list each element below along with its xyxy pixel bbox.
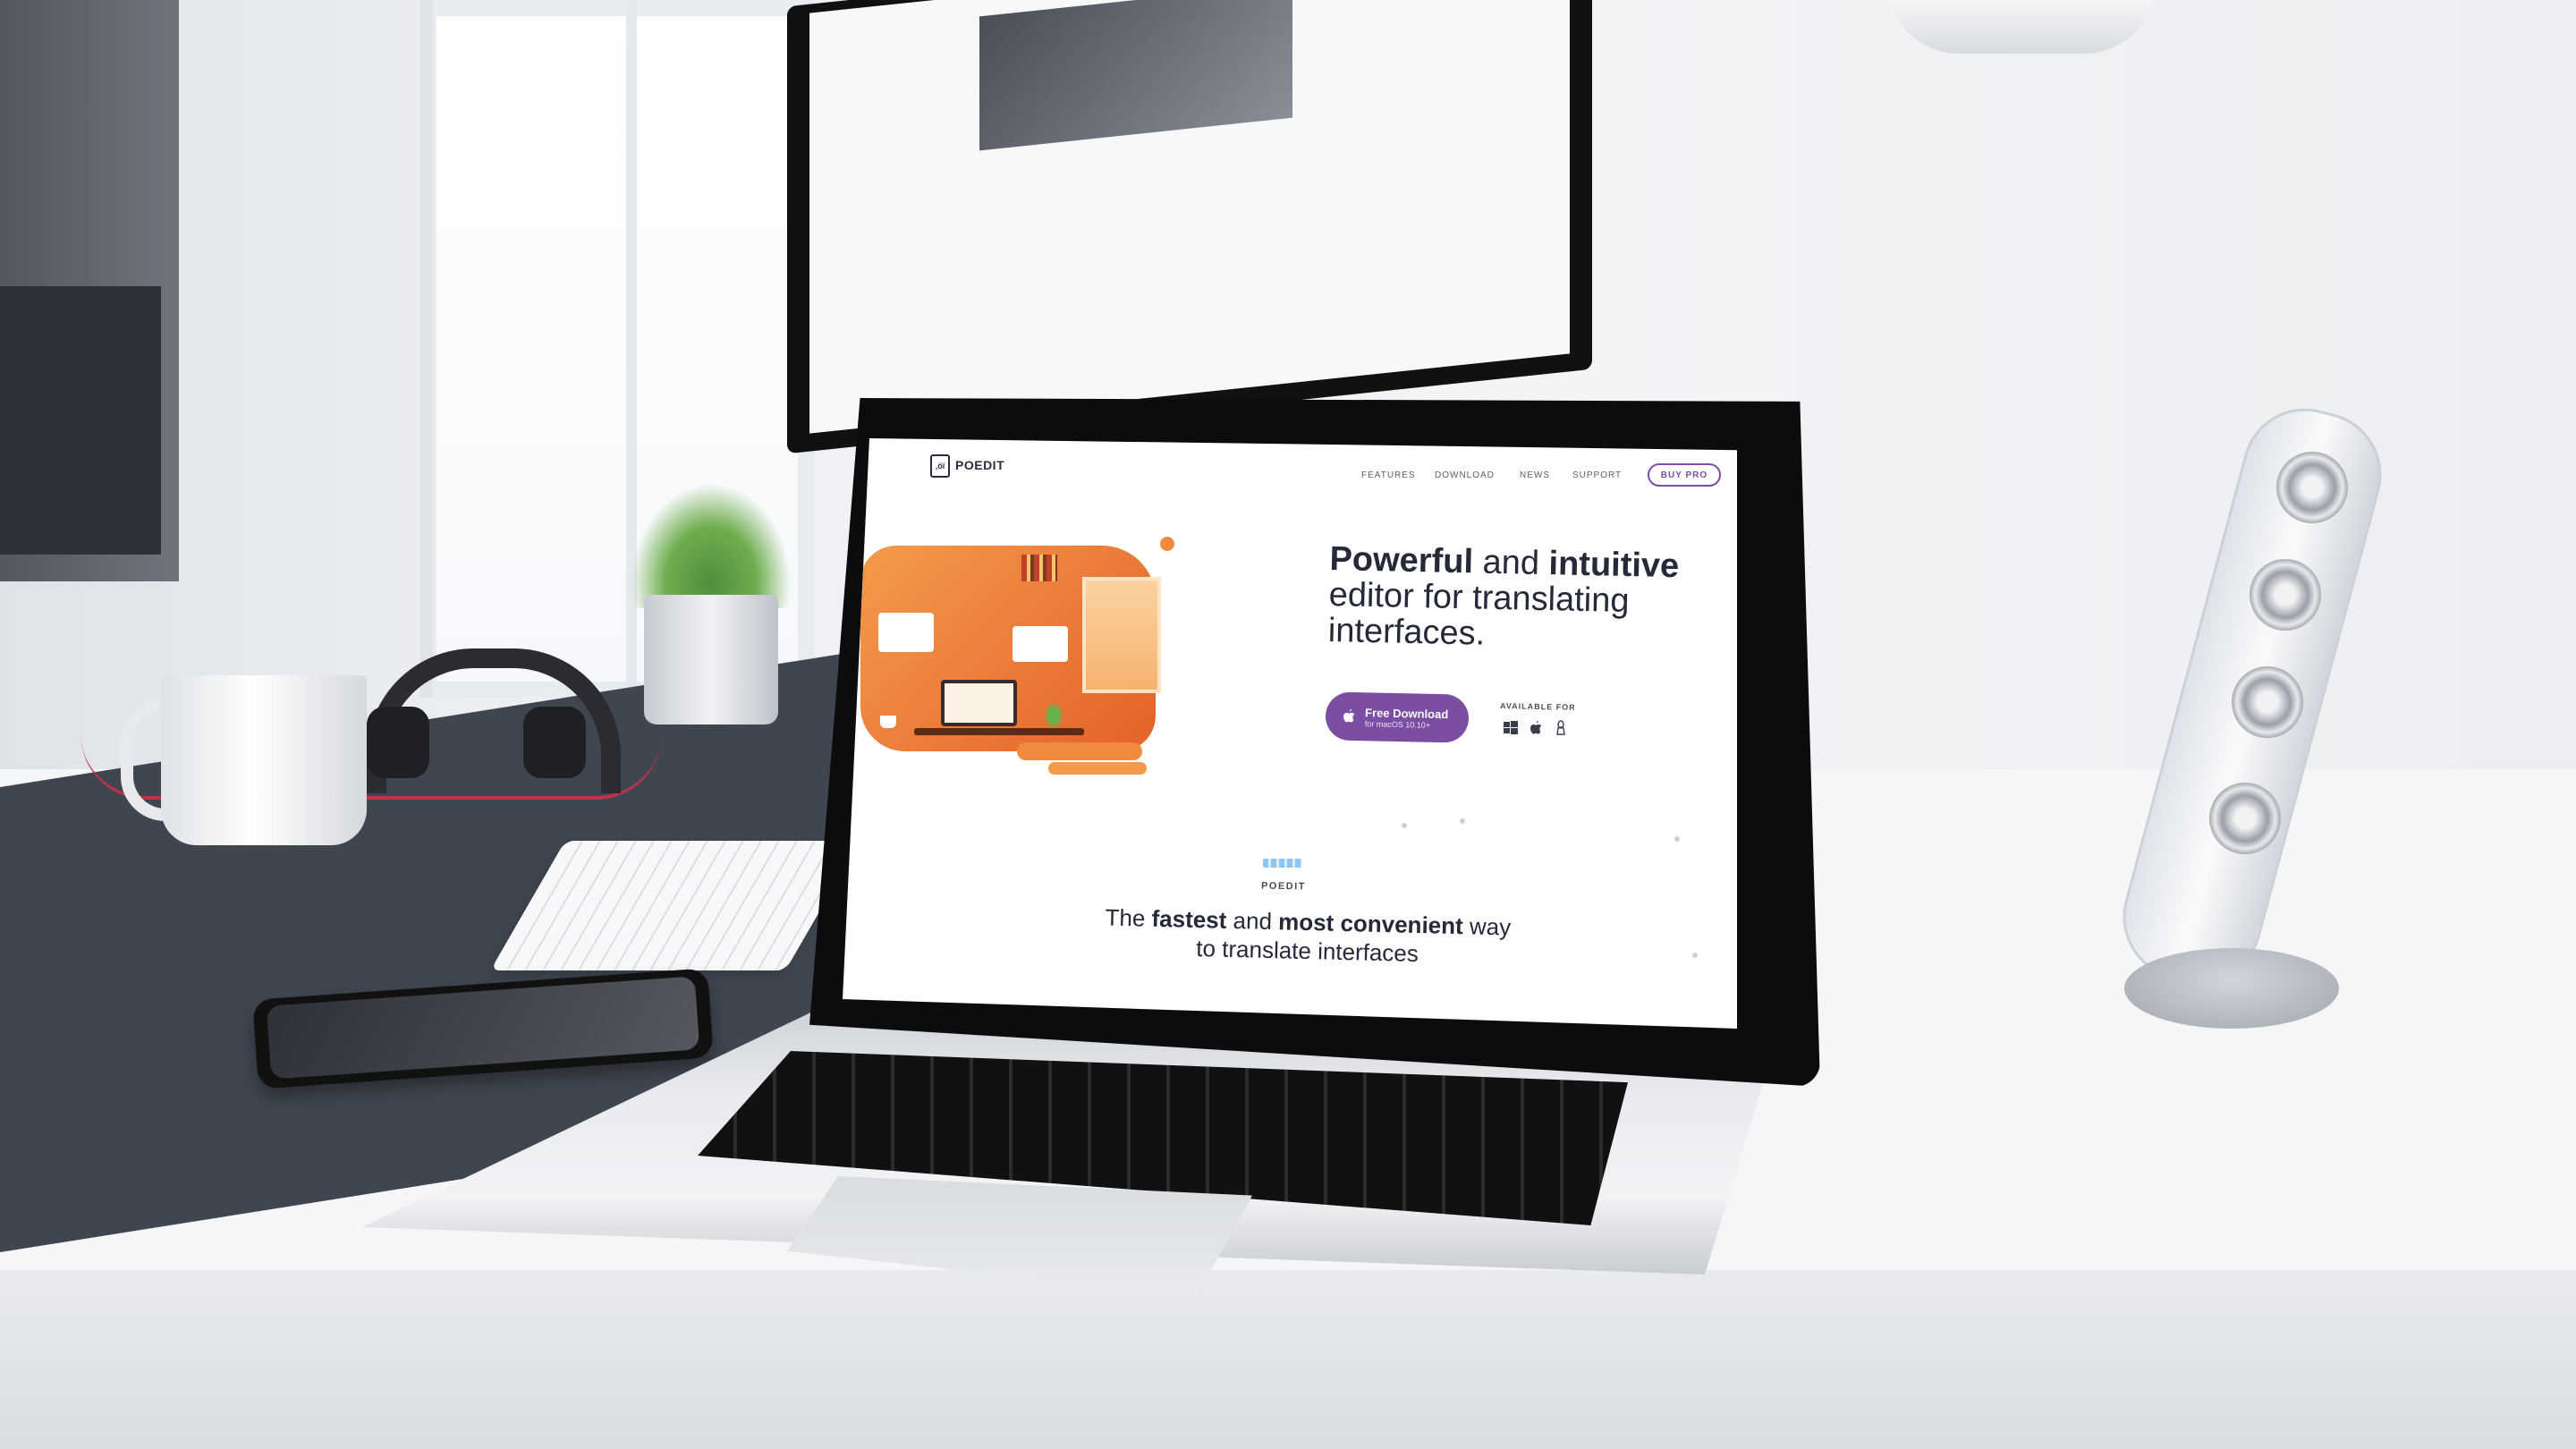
plant-leaves (631, 483, 792, 608)
desk-edge (0, 1270, 2576, 1449)
illustration-blob-tail (1017, 742, 1142, 760)
section-tagline: The fastest and most convenient way to t… (1074, 902, 1540, 971)
tagline-post: way (1462, 912, 1512, 941)
hero-title: Powerful and intuitive editor for transl… (1327, 540, 1714, 657)
window-frame-bar (420, 0, 433, 698)
illustration-dot (1160, 537, 1174, 551)
nav-download[interactable]: DOWNLOAD (1435, 470, 1495, 480)
hero-title-bold-2: intuitive (1548, 545, 1680, 586)
linux-icon[interactable] (1553, 720, 1569, 736)
illustration-window (1082, 577, 1161, 693)
headphone-earcup-left (367, 707, 429, 778)
speaker-driver (2250, 559, 2321, 631)
tagline-line-2: to translate interfaces (1195, 934, 1419, 968)
illustration-card (1013, 626, 1068, 662)
tagline-bold-1: fastest (1151, 904, 1227, 934)
coffee-mug (161, 675, 367, 845)
nav-support[interactable]: SUPPORT (1572, 470, 1622, 480)
nav-features[interactable]: FEATURES (1361, 470, 1416, 480)
buy-pro-button[interactable]: BUY PRO (1648, 463, 1721, 487)
plant-pot (644, 595, 778, 724)
apple-icon[interactable] (1528, 720, 1544, 736)
hero-title-bold-1: Powerful (1329, 540, 1474, 581)
available-for-label: AVAILABLE FOR (1499, 701, 1576, 712)
illustration-books (1021, 555, 1057, 581)
windows-icon[interactable] (1503, 720, 1519, 736)
illustration-shelf (914, 728, 1084, 735)
hero-title-connector: and (1472, 543, 1549, 583)
site-logo-text[interactable]: POEDIT (955, 458, 1004, 472)
speaker-driver (2232, 666, 2303, 738)
apple-icon (1343, 708, 1355, 723)
poedit-logo-icon[interactable]: ‚öï (930, 454, 950, 478)
nav-news[interactable]: NEWS (1520, 470, 1550, 480)
laptop-screen: ‚öï POEDIT FEATURES DOWNLOAD NEWS SUPPOR… (843, 438, 1737, 1029)
tagline-mid: and (1226, 906, 1279, 936)
illustration-blob-tail (1048, 762, 1147, 775)
illustration-plant (1044, 702, 1063, 729)
tagline-bold-2: most convenient (1277, 908, 1464, 940)
decorative-dot (1692, 953, 1698, 958)
download-text-group: Free Download for macOS 10.10+ (1365, 706, 1449, 730)
decorative-dot (1460, 818, 1465, 824)
decorative-dot (1674, 836, 1680, 842)
section-divider (1263, 859, 1302, 868)
shelf-board (0, 286, 161, 555)
decorative-dot (1402, 823, 1407, 828)
hero-title-line-3: interfaces. (1327, 611, 1486, 653)
hero-illustration (843, 528, 1227, 778)
illustration-cup (880, 716, 896, 728)
download-sublabel: for macOS 10.10+ (1364, 718, 1431, 730)
section-label: POEDIT (1260, 880, 1307, 893)
speaker-base (2124, 948, 2339, 1029)
illustration-card (878, 613, 934, 652)
headphone-earcup-right (523, 707, 586, 778)
desk-lamp (1887, 0, 2156, 54)
illustration-laptop (941, 680, 1017, 726)
free-download-button[interactable]: Free Download for macOS 10.10+ (1325, 691, 1470, 743)
speaker-driver (2276, 452, 2348, 523)
speaker-driver (2209, 783, 2281, 854)
tagline-pre: The (1105, 903, 1152, 932)
